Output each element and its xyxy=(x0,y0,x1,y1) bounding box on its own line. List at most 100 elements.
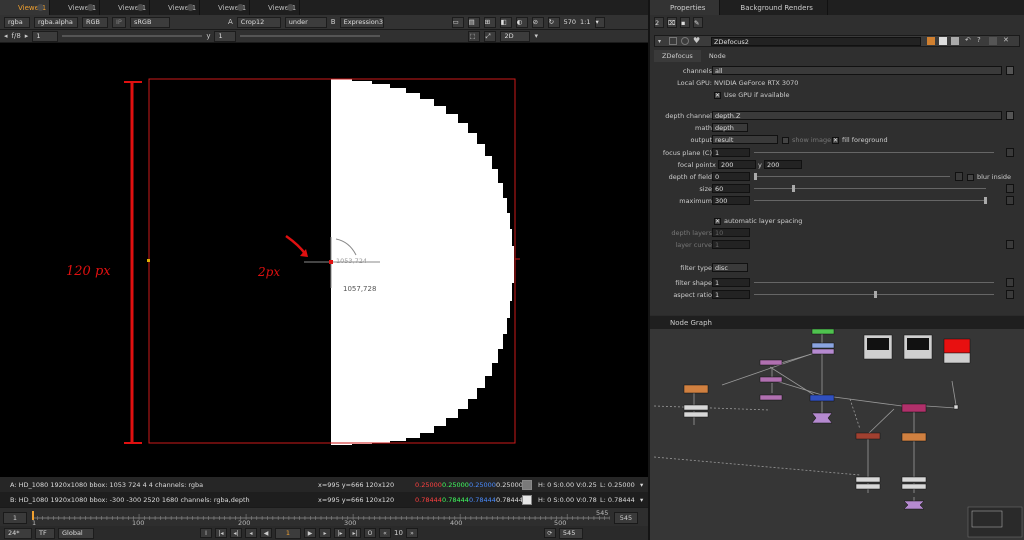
dof-slider-knob[interactable] xyxy=(754,173,757,180)
play-forward-icon[interactable]: ▶ xyxy=(304,528,316,538)
node-transform[interactable] xyxy=(683,404,709,411)
close-icon[interactable] xyxy=(87,4,94,11)
max-panels-field[interactable]: 2 xyxy=(654,17,664,28)
depth-channel-dropdown[interactable]: depth.Z xyxy=(712,111,1002,120)
node-color-icon[interactable] xyxy=(927,37,935,45)
dropdown-arrow-icon[interactable]: ▾ xyxy=(640,496,643,504)
in-point-icon[interactable]: I xyxy=(200,528,212,538)
node-transform-2[interactable] xyxy=(683,411,709,418)
aspect-ratio-field[interactable]: 1 xyxy=(712,290,750,299)
close-icon[interactable] xyxy=(37,4,44,11)
collapse-icon[interactable]: ▾ xyxy=(658,38,661,45)
pause-icon[interactable]: ⊘ xyxy=(531,16,544,28)
undo-icon[interactable]: ↶ xyxy=(965,36,971,44)
float-icon[interactable]: ▪ xyxy=(680,17,690,28)
aspect-ratio-anim-icon[interactable] xyxy=(1006,290,1014,299)
show-image-checkbox[interactable] xyxy=(782,136,789,144)
node-graph-minimap[interactable] xyxy=(967,506,1023,538)
view-mode-dropdown[interactable]: 2D xyxy=(500,30,531,42)
size-field[interactable]: 60 xyxy=(712,184,750,193)
overlay-icon[interactable]: ◧ xyxy=(499,16,512,28)
close-icon[interactable] xyxy=(287,4,294,11)
tab-viewer-4[interactable]: Viewer1 xyxy=(150,0,200,15)
close-icon[interactable]: ✕ xyxy=(1003,36,1009,44)
dof-field[interactable]: 0 xyxy=(712,172,750,181)
maximum-field[interactable]: 300 xyxy=(712,196,750,205)
lock-icon[interactable]: ⌧ xyxy=(667,17,677,28)
timeline-start-field[interactable]: 1 xyxy=(3,512,27,524)
filter-shape-field[interactable]: 1 xyxy=(712,278,750,287)
depth-layers-field[interactable]: 10 xyxy=(712,228,750,237)
node-expression-2[interactable] xyxy=(759,376,783,383)
layer-curve-field[interactable]: 1 xyxy=(712,240,750,249)
roi-icon[interactable]: ⊞ xyxy=(483,16,496,28)
size-slider-knob[interactable] xyxy=(792,185,795,192)
help-icon[interactable]: ? xyxy=(977,36,981,44)
focus-plane-slider[interactable] xyxy=(754,152,994,153)
fill-foreground-checkbox[interactable]: ✕ xyxy=(832,136,839,144)
maximum-anim-icon[interactable] xyxy=(1006,196,1014,205)
focal-x-field[interactable]: 200 xyxy=(718,160,756,169)
transform-icon[interactable]: ⤢ xyxy=(484,30,497,42)
input-a-dropdown[interactable]: Crop12 xyxy=(236,16,281,28)
node-zdefocus-selected[interactable] xyxy=(809,394,835,402)
menu-icon[interactable]: ▾ xyxy=(534,32,538,40)
viewer-canvas[interactable]: 120 px 2px 1053,724 1057,728 xyxy=(0,43,648,477)
fit-icon[interactable]: ▾ xyxy=(594,16,605,28)
tab-background-renders[interactable]: Background Renders xyxy=(720,0,828,15)
gain-field[interactable]: 1 xyxy=(32,30,59,42)
next-frame-icon[interactable]: ▸ xyxy=(319,528,331,538)
channel-dropdown[interactable]: rgba.alpha xyxy=(34,16,78,28)
center-node-icon[interactable] xyxy=(681,37,689,45)
output-dropdown[interactable]: result xyxy=(712,135,778,144)
fps-dropdown[interactable]: 24* xyxy=(4,527,32,539)
edit-icon[interactable]: ✎ xyxy=(693,17,703,28)
first-frame-icon[interactable]: |◂ xyxy=(215,528,227,538)
use-gpu-checkbox[interactable]: ✕ xyxy=(714,91,721,99)
zoom-ratio[interactable]: 1:1 xyxy=(580,18,590,26)
dof-anim-icon[interactable] xyxy=(955,172,963,181)
float-node-icon[interactable] xyxy=(669,37,677,45)
maximum-slider-knob[interactable] xyxy=(984,197,987,204)
tab-viewer-2[interactable]: Viewer1 xyxy=(50,0,100,15)
end-frame-field[interactable]: 545 xyxy=(558,527,583,539)
input-b-dropdown[interactable]: Expression3 xyxy=(339,16,384,28)
play-back-icon[interactable]: ◂ xyxy=(4,32,8,40)
node-name-field[interactable]: ZDefocus2 xyxy=(711,37,921,46)
layer-curve-anim-icon[interactable] xyxy=(1006,240,1014,249)
maximum-slider[interactable] xyxy=(754,200,986,201)
filter-type-dropdown[interactable]: disc xyxy=(712,263,748,272)
tab-viewer-1[interactable]: Viewer1 xyxy=(0,0,50,15)
node-grade[interactable] xyxy=(811,342,835,349)
tab-zdefocus[interactable]: ZDefocus xyxy=(654,50,701,62)
step-icon[interactable]: ▸ xyxy=(25,32,29,40)
pixel-marker[interactable] xyxy=(329,260,333,264)
gain-slider[interactable] xyxy=(62,35,203,37)
display-dropdown[interactable]: RGB xyxy=(82,16,108,28)
node-graph-tab[interactable]: Node Graph xyxy=(650,316,1024,329)
fstop-label[interactable]: f/8 xyxy=(12,32,21,40)
node-reformat-2[interactable] xyxy=(901,483,927,490)
colorspace-dropdown[interactable]: sRGB xyxy=(130,16,170,28)
timeline-end-field[interactable]: 545 xyxy=(614,512,638,524)
node-viewer[interactable] xyxy=(811,412,833,424)
size-slider[interactable] xyxy=(754,188,986,189)
refresh-icon[interactable]: ↻ xyxy=(547,16,560,28)
dropdown-arrow-icon[interactable]: ▾ xyxy=(640,481,643,489)
node-constant[interactable] xyxy=(943,338,971,354)
tab-node[interactable]: Node xyxy=(701,50,734,62)
node-crop-2[interactable] xyxy=(855,483,881,490)
crop-icon[interactable]: ⬚ xyxy=(468,30,481,42)
focus-plane-field[interactable]: 1 xyxy=(712,148,750,157)
tab-viewer-5[interactable]: Viewer1 xyxy=(200,0,250,15)
node-shuffle[interactable] xyxy=(811,348,835,355)
channels-menu-icon[interactable] xyxy=(1006,66,1014,75)
blur-inside-checkbox[interactable] xyxy=(967,173,974,181)
gpu-icon[interactable] xyxy=(951,37,959,45)
skip-back-icon[interactable]: « xyxy=(379,528,391,538)
frame-field[interactable]: 1 xyxy=(275,527,301,539)
auto-layer-checkbox[interactable]: ✕ xyxy=(714,217,721,225)
zoom-level[interactable]: 570 xyxy=(564,18,576,26)
dof-slider[interactable] xyxy=(754,176,950,177)
node-expression[interactable] xyxy=(759,359,783,366)
